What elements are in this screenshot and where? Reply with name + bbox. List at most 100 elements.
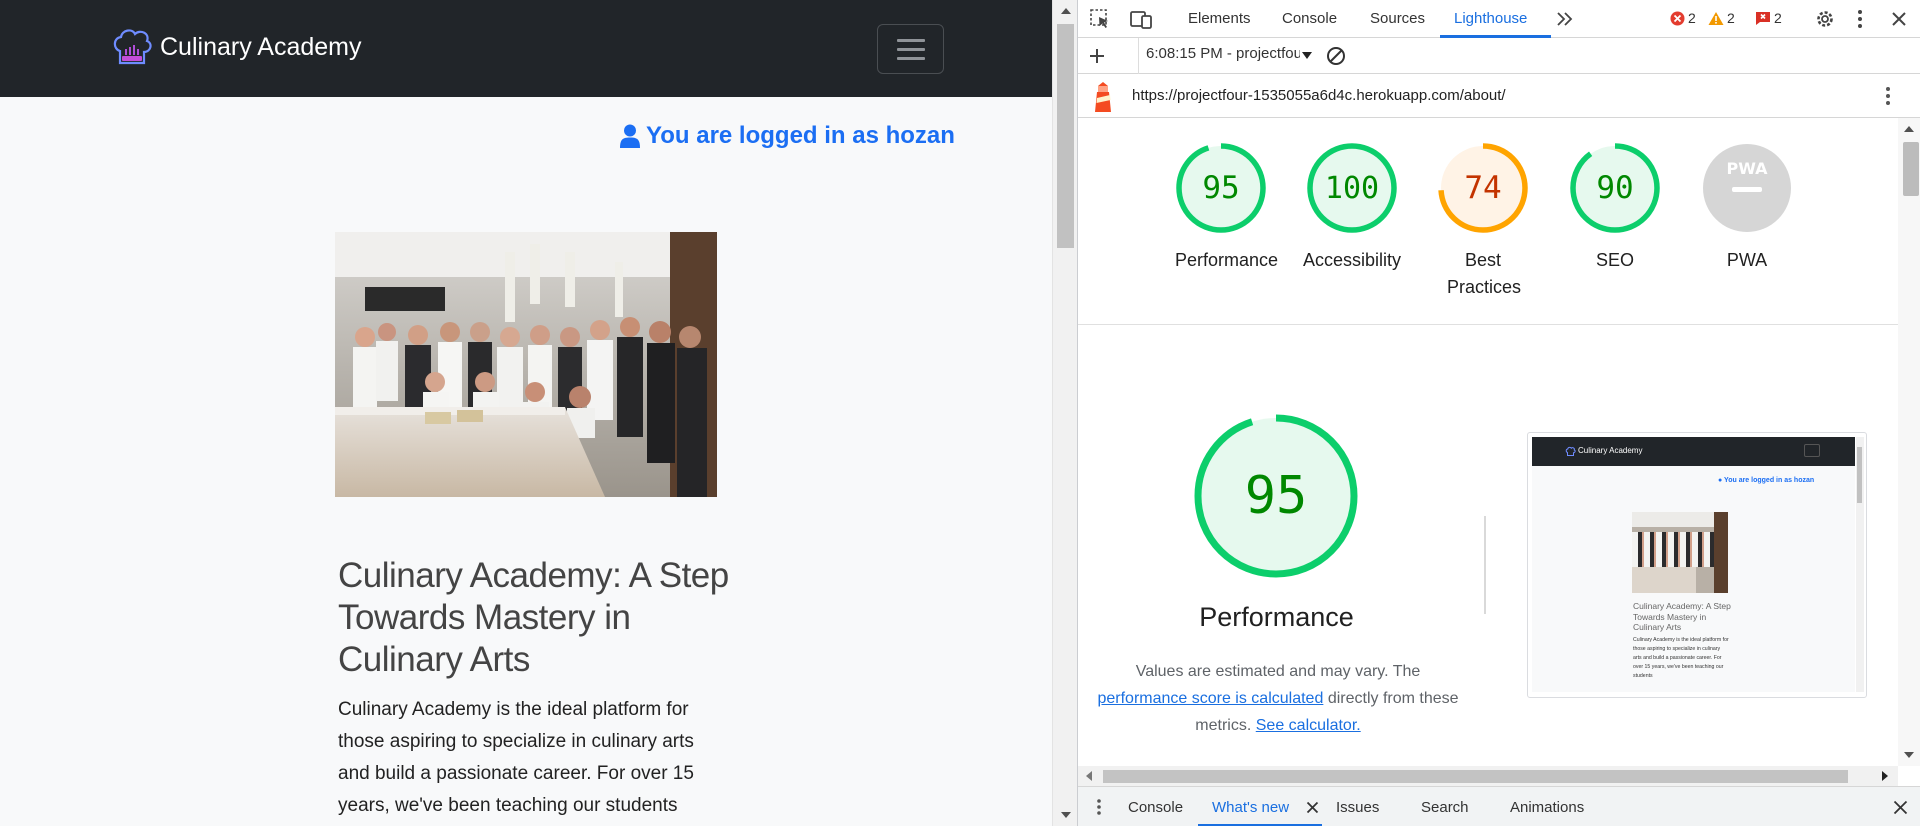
final-screenshot-preview[interactable]: Culinary Academy ● You are logged in as … — [1527, 432, 1867, 698]
scrollbar-thumb[interactable] — [1057, 24, 1074, 248]
preview-scrollbar — [1856, 437, 1864, 692]
warning-count-badge[interactable]: 2 — [1708, 10, 1735, 26]
chef-hat-logo-icon — [113, 29, 152, 65]
tab-console[interactable]: Console — [1282, 10, 1337, 27]
gauge-accessibility[interactable]: 100 Accessibility — [1303, 142, 1401, 274]
drawer-tab-issues[interactable]: Issues — [1336, 799, 1379, 816]
login-status: You are logged in as hozan — [620, 122, 955, 150]
scroll-down-arrow-icon[interactable] — [1061, 812, 1071, 818]
error-count-badge[interactable]: 2 — [1670, 10, 1696, 26]
report-selector-label: 6:08:15 PM - projectfour-1535 — [1146, 45, 1300, 62]
gauge-performance-value: 95 — [1202, 170, 1239, 206]
report-vertical-scrollbar[interactable] — [1898, 118, 1920, 766]
drawer-tabbar: Console What's new Issues Search Animati… — [1078, 786, 1920, 826]
issues-count-badge[interactable]: 2 — [1755, 10, 1782, 26]
vertical-divider — [1484, 516, 1486, 614]
device-toolbar-icon[interactable] — [1130, 9, 1152, 29]
warning-icon — [1708, 11, 1724, 25]
drawer-tab-animations[interactable]: Animations — [1510, 799, 1584, 816]
navbar-toggle-button[interactable] — [877, 24, 944, 74]
drawer-tab-console[interactable]: Console — [1128, 799, 1183, 816]
drawer-menu-icon[interactable] — [1096, 798, 1102, 816]
devtools-panel: Elements Console Sources Lighthouse 2 2 … — [1077, 0, 1920, 826]
drawer-tab-search[interactable]: Search — [1421, 799, 1469, 816]
report-horizontal-scrollbar[interactable] — [1078, 766, 1898, 786]
close-drawer-icon[interactable] — [1893, 800, 1908, 815]
close-devtools-icon[interactable] — [1891, 11, 1907, 27]
website-viewport: Culinary Academy You are logged in as ho… — [0, 0, 1052, 826]
score-calculation-link[interactable]: performance score is calculated — [1097, 690, 1323, 707]
about-title: Culinary Academy: A Step Towards Mastery… — [338, 556, 729, 679]
gauge-best-practices-ring: 74 — [1438, 143, 1528, 233]
gauge-seo-label: SEO — [1595, 250, 1634, 270]
report-url[interactable]: https://projectfour-1535055a6d4c.herokua… — [1132, 87, 1506, 104]
report-url-bar: https://projectfour-1535055a6d4c.herokua… — [1078, 74, 1920, 118]
preview-logo-icon — [1565, 446, 1576, 456]
close-tab-icon[interactable] — [1306, 801, 1319, 814]
gauge-accessibility-ring: 100 — [1307, 143, 1397, 233]
scroll-right-arrow-icon[interactable] — [1882, 771, 1888, 781]
gauge-performance-ring: 95 — [1176, 143, 1266, 233]
login-status-text: You are logged in as hozan — [646, 122, 955, 149]
new-report-plus-icon[interactable] — [1088, 47, 1106, 65]
report-menu-icon[interactable] — [1884, 86, 1892, 106]
scroll-left-arrow-icon[interactable] — [1086, 771, 1092, 781]
brand-name: Culinary Academy — [160, 32, 362, 61]
error-icon — [1670, 11, 1685, 25]
preview-menu-icon — [1804, 444, 1820, 457]
lighthouse-logo-icon — [1095, 82, 1111, 112]
gauge-best-practices-value: 74 — [1464, 170, 1501, 206]
gauge-best-practices[interactable]: 74 Best Practices — [1437, 142, 1529, 301]
gauge-pwa-label: PWA — [1726, 250, 1768, 270]
team-photo — [335, 232, 717, 497]
gauge-pwa[interactable]: PWA PWA — [1701, 142, 1793, 274]
preview-navbar: Culinary Academy — [1532, 437, 1855, 466]
section-divider — [1078, 324, 1898, 325]
dropdown-caret-icon[interactable] — [1302, 52, 1312, 59]
user-icon — [620, 124, 640, 148]
scroll-up-arrow-icon[interactable] — [1904, 126, 1914, 132]
inspect-element-icon[interactable] — [1090, 9, 1110, 29]
drawer-tab-whats-new[interactable]: What's new — [1212, 799, 1289, 816]
gauge-performance-label: Performance — [1175, 250, 1279, 270]
gauge-performance[interactable]: 95 Performance — [1175, 142, 1279, 274]
scrollbar-thumb[interactable] — [1103, 770, 1848, 783]
hamburger-icon — [897, 48, 925, 51]
report-selector[interactable]: 6:08:15 PM - projectfour-1535 — [1138, 45, 1300, 67]
preview-login-status: ● You are logged in as hozan — [1718, 477, 1815, 484]
lighthouse-report: 95 Performance 100 Accessibility 74 Best… — [1078, 118, 1898, 766]
gauge-seo-ring: 90 — [1570, 143, 1660, 233]
preview-title: Culinary Academy: A Step Towards Mastery… — [1633, 601, 1731, 632]
scroll-down-arrow-icon[interactable] — [1904, 752, 1914, 758]
chevron-double-right-icon[interactable] — [1556, 11, 1574, 27]
see-calculator-link[interactable]: See calculator. — [1256, 717, 1361, 734]
hamburger-icon — [897, 39, 925, 42]
hamburger-icon — [897, 57, 925, 60]
tab-sources[interactable]: Sources — [1370, 10, 1425, 27]
pwa-badge-icon: PWA — [1703, 144, 1791, 232]
scroll-up-arrow-icon[interactable] — [1061, 8, 1071, 14]
performance-description: Values are estimated and may vary. The p… — [1097, 663, 1459, 734]
settings-gear-icon[interactable] — [1814, 8, 1836, 30]
gauge-accessibility-label: Accessibility — [1302, 250, 1402, 270]
preview-brand: Culinary Academy — [1578, 446, 1643, 455]
tab-elements[interactable]: Elements — [1188, 10, 1251, 27]
website-scrollbar[interactable] — [1052, 0, 1077, 826]
scrollbar-thumb[interactable] — [1903, 142, 1919, 196]
gauge-accessibility-value: 100 — [1325, 171, 1379, 206]
clear-all-icon[interactable] — [1326, 46, 1346, 66]
lighthouse-toolbar: 6:08:15 PM - projectfour-1535 — [1078, 38, 1920, 74]
performance-big-score: 95 — [1245, 466, 1308, 526]
devtools-toolbar: Elements Console Sources Lighthouse 2 2 … — [1078, 0, 1920, 38]
navbar-brand[interactable]: Culinary Academy — [110, 25, 361, 69]
pwa-badge-text: PWA — [1726, 159, 1768, 178]
gauge-seo-value: 90 — [1596, 170, 1633, 206]
navbar: Culinary Academy — [0, 0, 1052, 97]
issue-icon — [1756, 11, 1770, 25]
gauge-seo[interactable]: 90 SEO — [1569, 142, 1661, 274]
performance-heading: Performance — [1199, 602, 1354, 632]
more-options-icon[interactable] — [1856, 9, 1864, 29]
performance-big-gauge: 95 — [1194, 414, 1358, 578]
tab-lighthouse[interactable]: Lighthouse — [1454, 10, 1527, 27]
about-text: Culinary Academy is the ideal platform f… — [338, 699, 694, 816]
